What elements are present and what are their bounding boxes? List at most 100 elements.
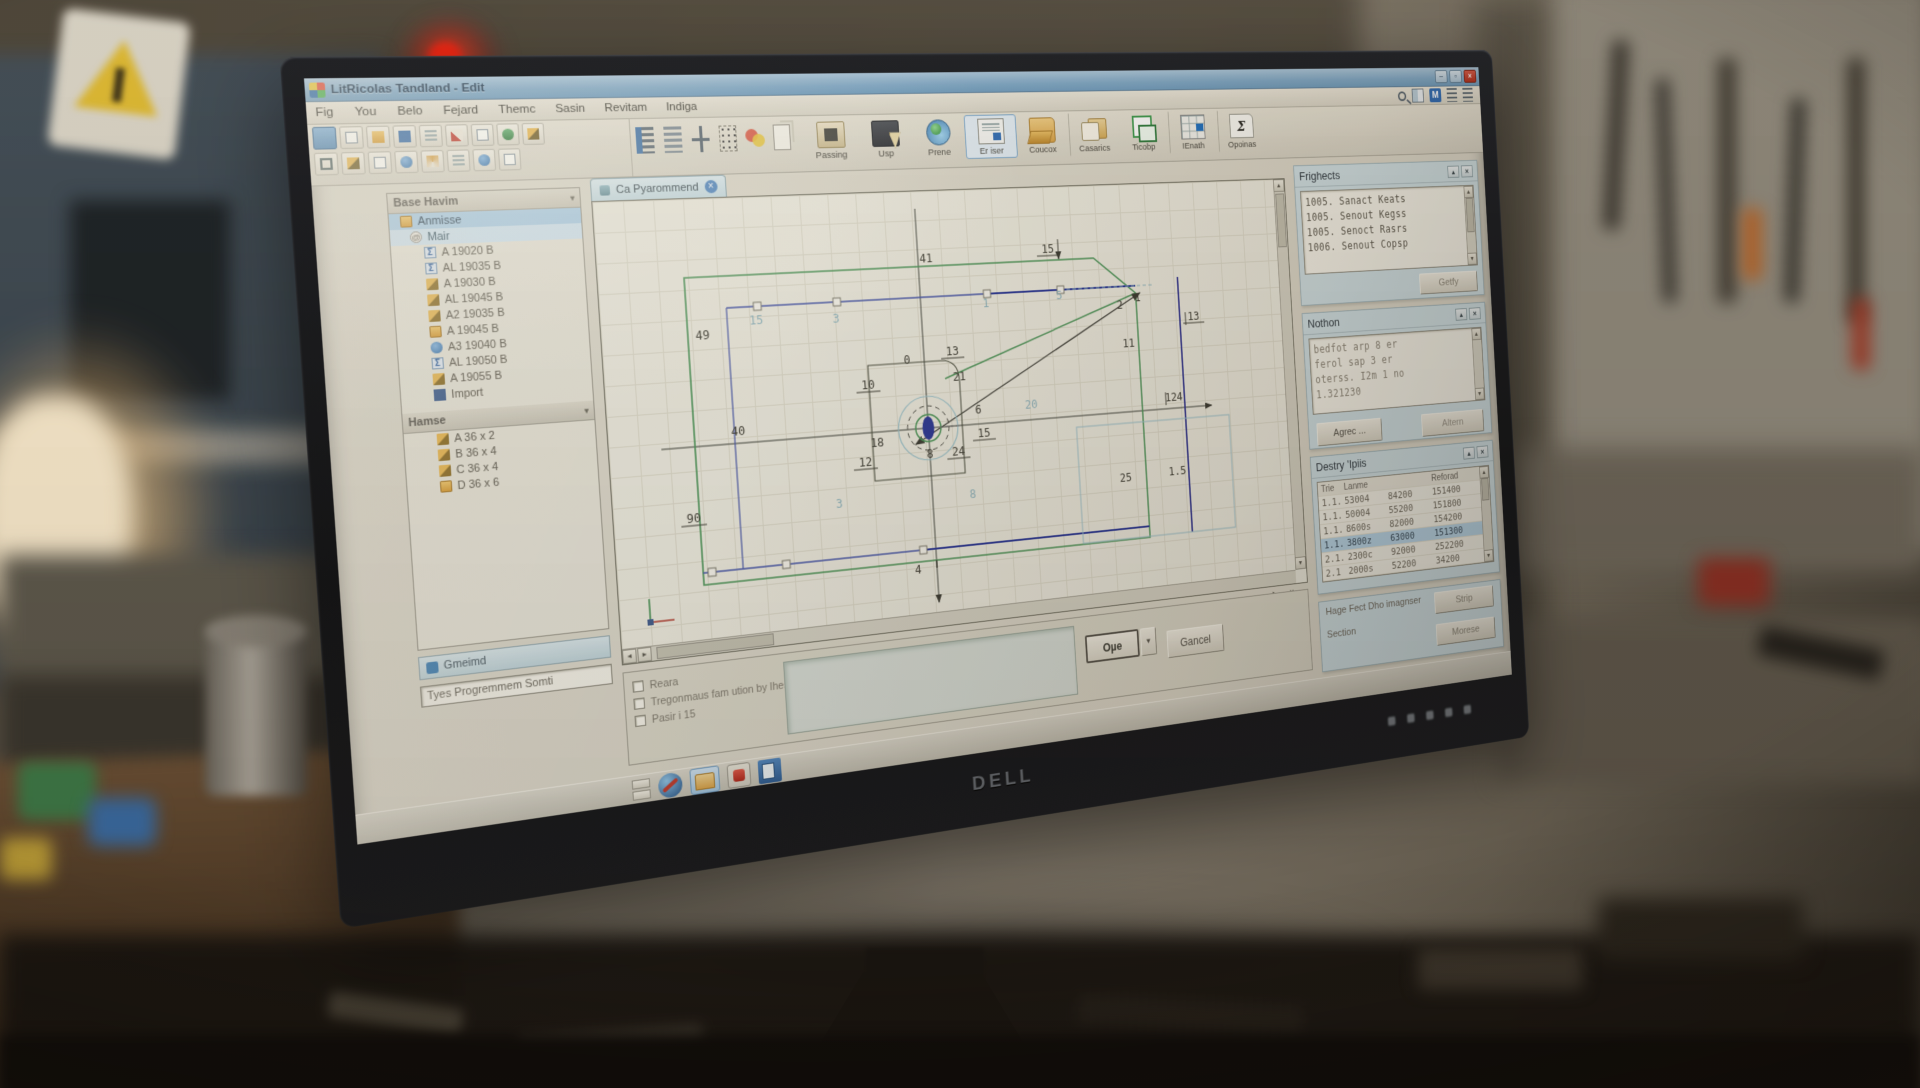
tool-box xyxy=(1418,948,1583,990)
notion-text-area[interactable]: bedfot arp 8 erferol sap 3 eroterss. I2m… xyxy=(1308,327,1485,415)
dot-grid-icon[interactable] xyxy=(715,123,740,154)
toolbar-small-icons xyxy=(307,119,632,185)
circle-tool-icon[interactable] xyxy=(394,151,419,174)
menu-item[interactable]: Fig xyxy=(315,106,334,119)
open-dropdown-button[interactable]: ▼ xyxy=(1140,627,1157,656)
pencil-icon[interactable] xyxy=(522,123,545,145)
help-book-icon[interactable] xyxy=(758,757,782,784)
list-plain-icon[interactable] xyxy=(660,124,686,155)
minimize-button[interactable] xyxy=(1435,70,1448,83)
draw-pencil-icon[interactable] xyxy=(341,152,366,175)
open-folder-icon[interactable] xyxy=(366,126,391,149)
quick-launch-toggles[interactable] xyxy=(632,778,651,801)
file-button-icon[interactable] xyxy=(312,127,337,150)
grid-toggle-icon[interactable] xyxy=(447,149,471,172)
scroll-right-icon[interactable]: ► xyxy=(637,647,652,663)
zoom-in-icon[interactable] xyxy=(472,149,496,172)
new-doc-icon[interactable] xyxy=(339,126,364,149)
search-icon[interactable] xyxy=(1398,91,1407,101)
toolbar-button[interactable]: IEnath xyxy=(1168,111,1218,154)
toolbar-button[interactable]: Opoinas xyxy=(1217,110,1266,153)
plus-cross-icon[interactable] xyxy=(688,124,714,155)
toolbar-button-icon xyxy=(977,118,1005,144)
menu-item[interactable]: Sasin xyxy=(555,102,586,115)
close-icon[interactable] xyxy=(1469,307,1481,320)
scroll-left-icon[interactable]: ◄ xyxy=(622,648,637,664)
burger-icon[interactable] xyxy=(1462,88,1473,102)
dimension-label: 3 xyxy=(832,312,840,326)
list-blue-icon[interactable] xyxy=(632,125,658,156)
paper-stack-icon[interactable] xyxy=(770,122,795,152)
close-icon[interactable] xyxy=(1461,165,1473,177)
agree-button[interactable]: Agrec ... xyxy=(1316,418,1382,447)
toolbar-button[interactable]: Coucox xyxy=(1015,113,1068,157)
toolbar-mid-icons xyxy=(629,116,802,176)
menu-item[interactable]: Revitam xyxy=(604,102,647,115)
venn-shapes-icon[interactable] xyxy=(743,123,768,153)
recorder-icon[interactable] xyxy=(727,761,752,788)
list-icon[interactable] xyxy=(1447,88,1458,102)
getfy-button[interactable]: Getfy xyxy=(1419,271,1478,295)
menu-item[interactable]: You xyxy=(354,106,376,119)
browser-sphere-icon[interactable] xyxy=(658,771,683,799)
dimension-label: 15 xyxy=(749,313,764,327)
descriptions-table[interactable]: TrieLanme Reforad 1.1. 53004 84200 xyxy=(1317,465,1495,583)
panels-icon[interactable] xyxy=(1412,89,1424,103)
osd-buttons[interactable] xyxy=(1388,705,1471,726)
pin-icon[interactable] xyxy=(1455,308,1467,321)
dimension-tool-icon[interactable] xyxy=(420,150,444,173)
close-button[interactable] xyxy=(1464,70,1477,83)
checkbox[interactable] xyxy=(634,715,646,728)
rectangle-tool-icon[interactable] xyxy=(368,151,393,174)
m-badge-icon[interactable]: M xyxy=(1429,88,1441,102)
scroll-down-icon[interactable]: ▼ xyxy=(1484,549,1494,562)
blue-part xyxy=(88,798,156,846)
maximize-button[interactable] xyxy=(1449,70,1462,83)
pin-icon[interactable] xyxy=(1447,165,1459,177)
alter-button[interactable]: Altern xyxy=(1421,409,1484,437)
scroll-down-icon[interactable]: ▼ xyxy=(1295,556,1306,570)
toolbar-big-buttons: Passing Usp Prene xyxy=(798,108,1268,172)
pin-icon[interactable] xyxy=(1463,446,1475,459)
toolbar-button[interactable]: Passing xyxy=(802,117,860,163)
menu-item[interactable]: Belo xyxy=(397,105,423,118)
tab-close-icon[interactable] xyxy=(704,180,718,193)
pointer-icon[interactable] xyxy=(314,152,339,175)
toolbar-button[interactable]: Casarics xyxy=(1068,112,1120,156)
projects-list[interactable]: 1005. Sanact Keats1005. Senout Kegss1005… xyxy=(1300,185,1478,275)
toolbar-button[interactable]: Er iser xyxy=(964,114,1018,159)
save-icon[interactable] xyxy=(392,125,417,148)
close-icon[interactable] xyxy=(1476,445,1488,458)
diagonal-dimension xyxy=(907,293,1147,445)
sketch-canvas[interactable]: 4115491531521131101321106201244015182412… xyxy=(592,179,1295,649)
scroll-down-icon[interactable]: ▼ xyxy=(1467,253,1477,265)
list-scrollbar[interactable]: ▲ ▼ xyxy=(1463,186,1477,265)
menu-item[interactable]: Fejard xyxy=(443,104,479,117)
scroll-up-icon[interactable]: ▲ xyxy=(1471,328,1481,341)
scroll-up-icon[interactable]: ▲ xyxy=(1479,466,1489,479)
print-icon[interactable] xyxy=(419,125,443,148)
file-manager-icon[interactable] xyxy=(689,765,720,795)
text-scrollbar[interactable]: ▲ ▼ xyxy=(1471,328,1484,400)
checkbox[interactable] xyxy=(633,697,645,710)
menu-item[interactable]: Indiga xyxy=(666,101,698,114)
toolbar-button[interactable]: Usp xyxy=(857,116,914,162)
screwdriver-red xyxy=(1852,298,1870,370)
pocket-outline xyxy=(1076,415,1235,544)
sketch-line-top xyxy=(726,294,987,308)
zoom-out-icon[interactable] xyxy=(498,148,522,170)
toolbar-button[interactable]: Ticobp xyxy=(1117,111,1168,154)
toolbar-button[interactable]: Prene xyxy=(911,115,967,160)
checkbox[interactable] xyxy=(632,680,644,693)
tree-row-icon xyxy=(437,433,450,445)
cancel-button[interactable]: Gancel xyxy=(1166,624,1224,658)
menu-item[interactable]: Themc xyxy=(498,103,536,116)
cut-icon[interactable] xyxy=(445,124,469,147)
scroll-up-icon[interactable]: ▲ xyxy=(1273,179,1285,192)
paste-icon[interactable] xyxy=(471,124,495,146)
scroll-up-icon[interactable]: ▲ xyxy=(1463,186,1473,198)
undo-icon[interactable] xyxy=(496,123,520,145)
toolbar-button-icon xyxy=(1130,115,1156,140)
window-title: LitRicolas Tandland - Edit xyxy=(330,81,485,96)
scroll-down-icon[interactable]: ▼ xyxy=(1475,387,1485,400)
